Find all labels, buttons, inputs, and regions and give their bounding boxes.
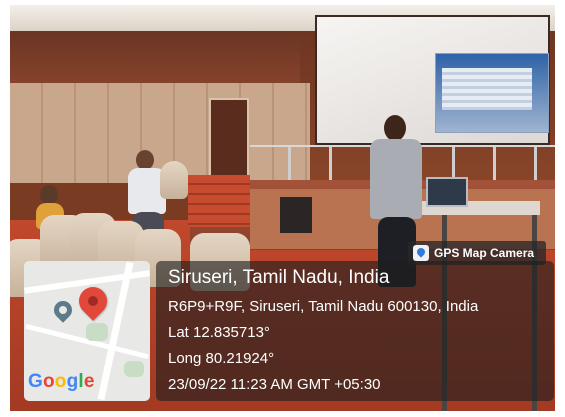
location-address: R6P9+R9F, Siruseri, Tamil Nadu 600130, I… [168,298,479,315]
door [209,98,249,180]
chair [160,161,188,199]
speaker-cabinet [280,197,312,233]
stage-steps [188,175,250,227]
map-pin-camera-icon [413,245,429,261]
location-title: Siruseri, Tamil Nadu, India [168,267,390,288]
latitude-text: Lat 12.835713° [168,324,270,341]
google-logo: Google [28,371,95,392]
datetime-text: 23/09/22 11:23 AM GMT +05:30 [168,376,381,393]
longitude-text: Long 80.21924° [168,350,275,367]
wood-wall [10,31,300,83]
location-pin-icon [73,281,113,321]
badge-label: GPS Map Camera [434,246,535,260]
laptop [426,177,468,207]
place-marker-icon [50,297,76,323]
location-info-panel: Siruseri, Tamil Nadu, India R6P9+R9F, Si… [156,261,554,401]
photo-frame: GPS Map Camera Google Siruseri, Tamil Na… [10,5,555,411]
projected-slide [435,53,549,133]
map-park [86,323,108,341]
map-thumbnail: Google [24,261,150,401]
map-park [124,361,144,377]
